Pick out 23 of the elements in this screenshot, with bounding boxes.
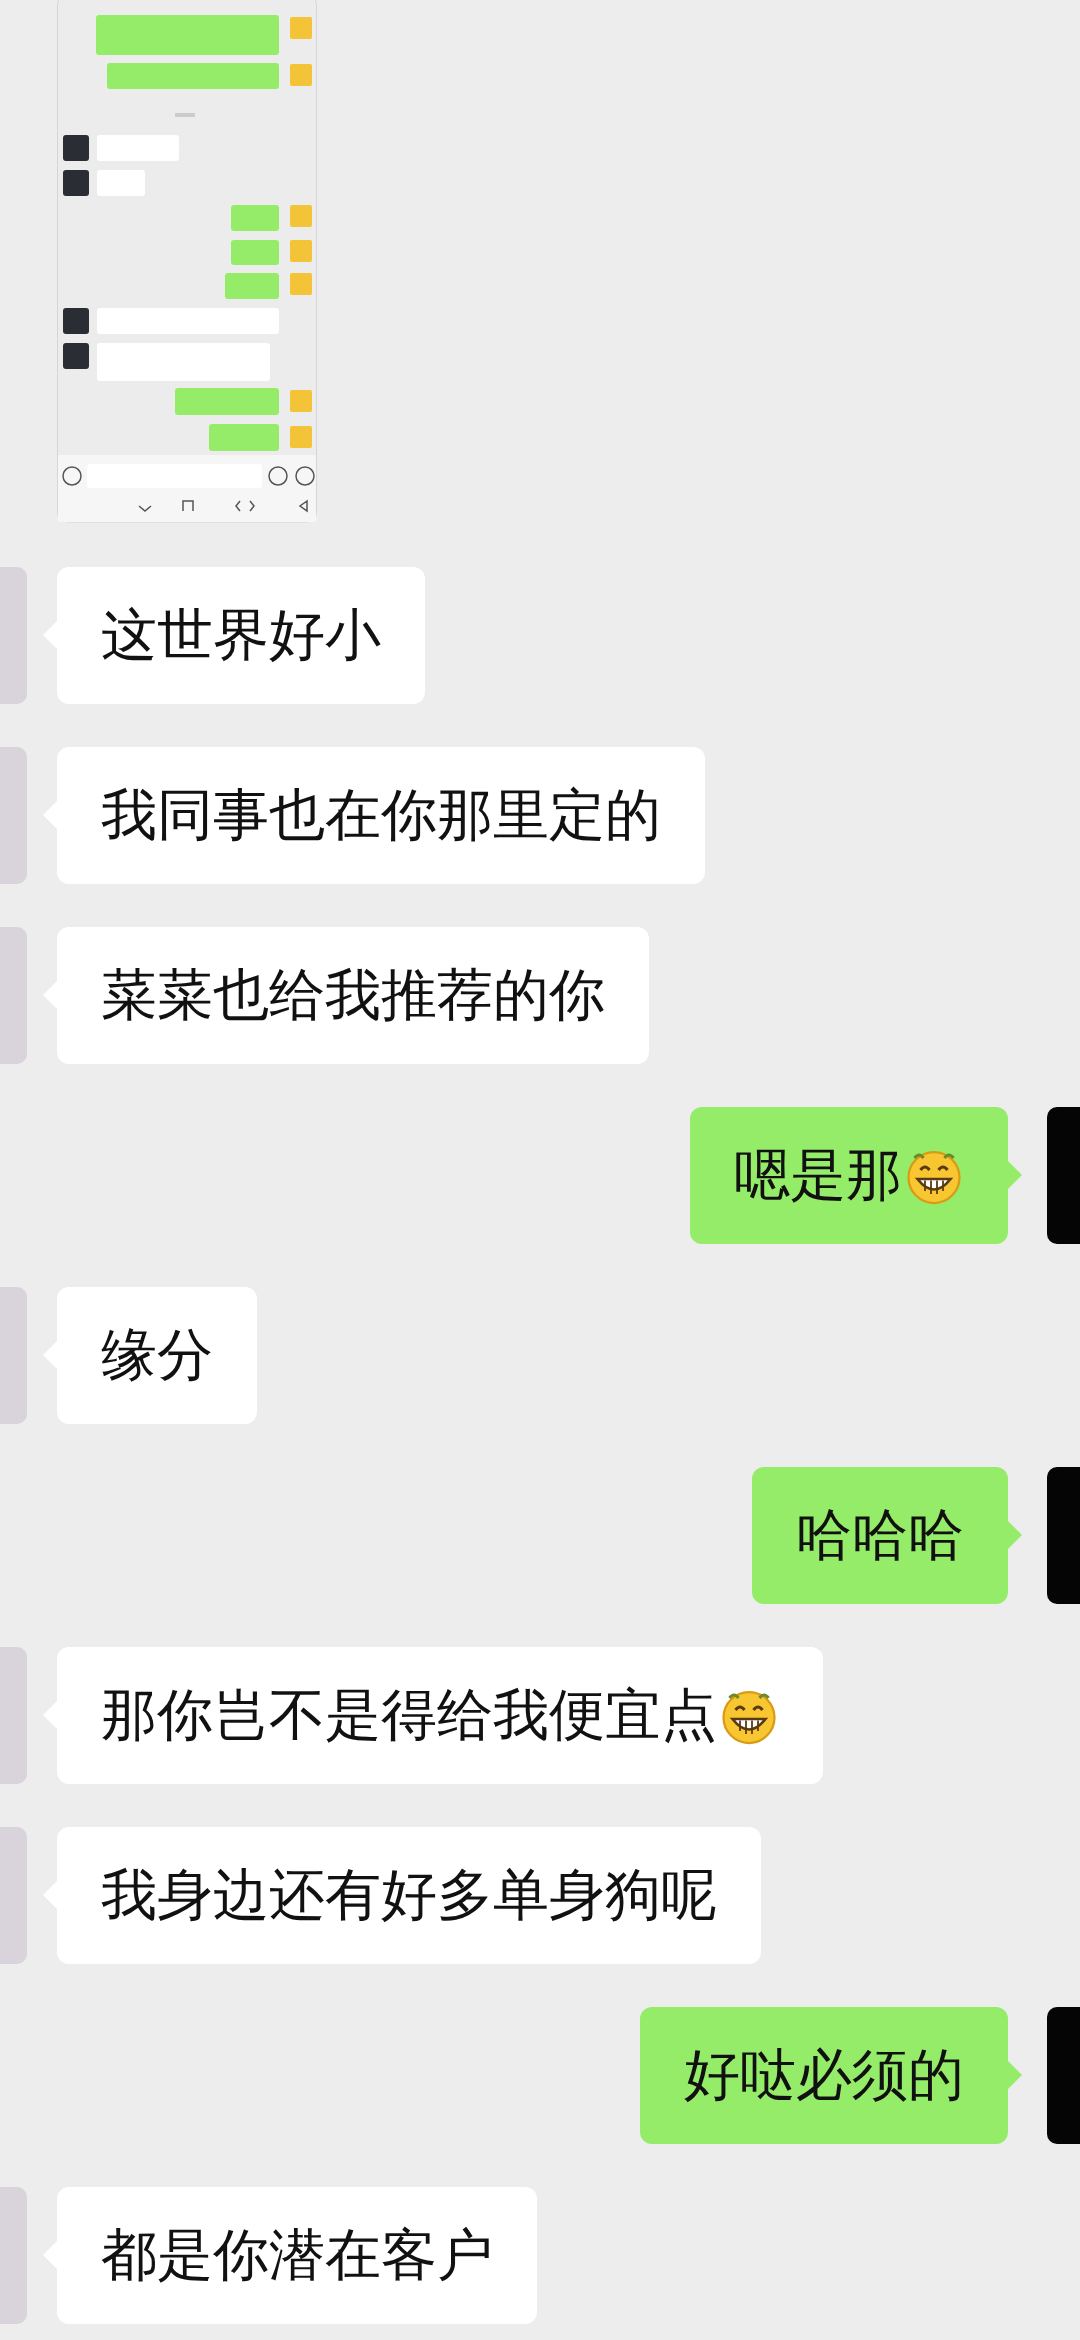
message-bubble: 我同事也在你那里定的 bbox=[57, 747, 705, 884]
message-bubble: 都是你潜在客户 bbox=[57, 2187, 537, 2324]
message-bubble: 好哒必须的 bbox=[640, 2007, 1008, 2144]
avatar-photo[interactable] bbox=[0, 927, 27, 1064]
avatar-photo[interactable] bbox=[0, 1827, 27, 1964]
bubble-tail bbox=[1008, 1521, 1022, 1549]
message-bubble: 哈哈哈 bbox=[752, 1467, 1008, 1604]
avatar-photo[interactable] bbox=[0, 1647, 27, 1784]
message-bubble: 我身边还有好多单身狗呢 bbox=[57, 1827, 761, 1964]
message-bubble: 缘分 bbox=[57, 1287, 257, 1424]
message-bubble: 那你岂不是得给我便宜点 bbox=[57, 1647, 823, 1784]
avatar-photo[interactable] bbox=[0, 1287, 27, 1424]
bubble-tail bbox=[1008, 1161, 1022, 1189]
avatar-photo[interactable] bbox=[0, 2187, 27, 2324]
avatar[interactable] bbox=[1047, 1467, 1080, 1604]
message-bubble: 嗯是那 bbox=[690, 1107, 1008, 1244]
message-bubble: 菜菜也给我推荐的你 bbox=[57, 927, 649, 1064]
bubble-tail bbox=[1008, 2061, 1022, 2089]
avatar-photo[interactable] bbox=[0, 747, 27, 884]
avatar[interactable] bbox=[1047, 1107, 1080, 1244]
avatar-photo[interactable] bbox=[0, 567, 27, 704]
message-bubble: 这世界好小 bbox=[57, 567, 425, 704]
avatar[interactable] bbox=[1047, 2007, 1080, 2144]
